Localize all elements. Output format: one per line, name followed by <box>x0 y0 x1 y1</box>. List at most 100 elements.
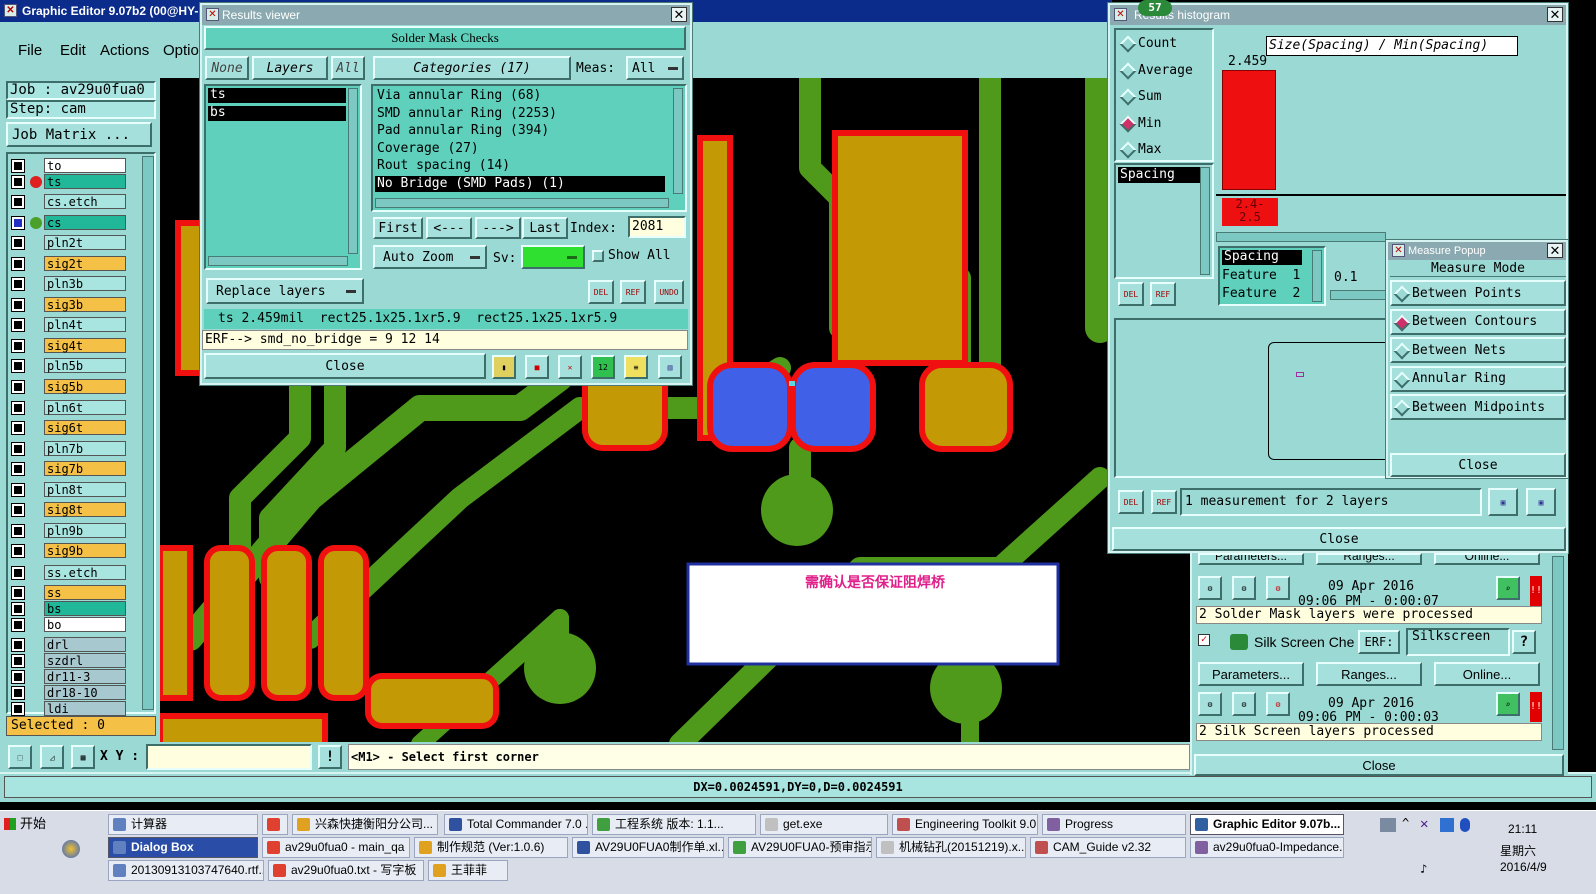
start-button[interactable]: 开始 <box>2 814 54 836</box>
layer-row[interactable]: sig5b <box>10 379 128 395</box>
taskbar-item[interactable]: CAM_Guide v2.32 <box>1030 837 1186 858</box>
run-step-icon[interactable]: ⚙ <box>1232 576 1256 600</box>
layer-checkbox[interactable] <box>11 524 25 538</box>
taskbar-item[interactable]: Dialog Box <box>108 837 258 858</box>
layer-row[interactable]: ts <box>10 174 128 190</box>
layer-checkbox[interactable] <box>11 462 25 476</box>
layer-row[interactable]: ss <box>10 585 128 601</box>
layer-checkbox[interactable] <box>11 318 25 332</box>
layer-row[interactable]: ss.etch <box>10 565 128 581</box>
layer-checkbox[interactable] <box>11 566 25 580</box>
tray-network-icon[interactable] <box>1440 818 1454 832</box>
delete-mark-icon[interactable]: ✕ <box>558 355 582 379</box>
results-close-button[interactable]: Close <box>204 353 486 379</box>
layer-checkbox[interactable] <box>11 638 25 652</box>
replace-layers-select[interactable]: Replace layers <box>206 278 364 304</box>
taskbar-item[interactable]: Total Commander 7.0 ... <box>444 814 588 835</box>
ranges-tab-top[interactable]: Ranges... <box>1316 553 1422 565</box>
category-item[interactable]: Via annular Ring (68) <box>375 88 665 104</box>
layer-row[interactable]: pln5b <box>10 358 128 374</box>
layer-checkbox[interactable] <box>11 277 25 291</box>
measure-mode-option[interactable]: Between Contours <box>1390 308 1566 335</box>
layer-checkbox[interactable] <box>11 483 25 497</box>
category-item[interactable]: SMD annular Ring (2253) <box>375 106 665 122</box>
taskbar-item[interactable] <box>262 814 288 835</box>
ref-icon[interactable]: REF <box>620 280 646 304</box>
quicklaunch-icon[interactable] <box>62 840 80 858</box>
histogram-icon[interactable]: ▥ <box>658 355 682 379</box>
menu-file[interactable]: File <box>18 42 42 59</box>
summary-ref-icon[interactable]: REF <box>1151 490 1177 514</box>
layer-row[interactable]: bo <box>10 617 128 633</box>
taskbar-item[interactable]: 制作规范 (Ver:1.0.6) <box>414 837 568 858</box>
tray-volume-icon[interactable]: ♪ <box>1420 862 1427 876</box>
taskbar-item[interactable]: av29u0fua0.txt - 写字板 <box>268 860 424 881</box>
prev-button[interactable]: <--- <box>426 217 472 239</box>
progress-close-button[interactable]: Close <box>1194 754 1564 776</box>
histogram-mode-label[interactable]: Average <box>1138 63 1193 78</box>
category-item[interactable]: Coverage (27) <box>375 141 665 157</box>
taskbar-item[interactable]: AV29U0FUA0-预审指示... <box>728 837 872 858</box>
category-item[interactable]: Pad annular Ring (394) <box>375 123 665 139</box>
layer-row[interactable]: bs <box>10 601 128 617</box>
layer-row[interactable]: pln3b <box>10 276 128 292</box>
layer-row[interactable]: to <box>10 158 128 174</box>
layer-row[interactable]: pln2t <box>10 235 128 251</box>
close-icon[interactable]: ✕ <box>1547 243 1563 258</box>
layer-row[interactable]: cs.etch <box>10 194 128 210</box>
layer-checkbox[interactable] <box>11 236 25 250</box>
layer-checkbox[interactable] <box>11 401 25 415</box>
taskbar-item[interactable]: AV29U0FUA0制作单.xl... <box>572 837 724 858</box>
layer-checkbox[interactable] <box>11 216 25 230</box>
layer-checkbox[interactable] <box>11 380 25 394</box>
layer-row[interactable]: pln9b <box>10 523 128 539</box>
layer-checkbox[interactable] <box>11 702 25 716</box>
mark-icon[interactable]: ▮ <box>492 355 516 379</box>
layer-row[interactable]: dr18-10 <box>10 685 128 701</box>
layer-row[interactable]: drl <box>10 637 128 653</box>
alert-icon[interactable]: ! <box>318 745 342 769</box>
parameters-tab-top[interactable]: Parameters... <box>1198 553 1304 565</box>
layer-checkbox[interactable] <box>11 544 25 558</box>
index-input[interactable]: 2081 <box>628 216 686 238</box>
layer-row[interactable]: pln4t <box>10 317 128 333</box>
histogram-mode-label[interactable]: Count <box>1138 36 1177 51</box>
ranges-button[interactable]: Ranges... <box>1316 662 1422 686</box>
close-icon[interactable]: ✕ <box>671 7 687 22</box>
taskbar-item[interactable]: Engineering Toolkit 9.0... <box>892 814 1038 835</box>
menu-edit[interactable]: Edit <box>60 42 86 59</box>
measure-mode-option[interactable]: Between Points <box>1390 280 1566 306</box>
histogram-close-button[interactable]: Close <box>1112 527 1566 551</box>
taskbar-item[interactable]: 王菲菲 <box>428 860 508 881</box>
undo-icon[interactable]: UNDO <box>654 280 684 304</box>
layer-row[interactable]: dr11-3 <box>10 669 128 685</box>
layer-row[interactable]: szdrl <box>10 653 128 669</box>
stop-icon[interactable]: ⚙ <box>1266 576 1290 600</box>
layer-row[interactable]: pln8t <box>10 482 128 498</box>
layer-checkbox[interactable] <box>11 654 25 668</box>
zoom-area-icon[interactable]: ⬚ <box>8 745 32 769</box>
layer-checkbox[interactable] <box>11 359 25 373</box>
measure-close-button[interactable]: Close <box>1390 453 1566 477</box>
histogram-mode-label[interactable]: Min <box>1138 116 1161 131</box>
filter-layers-button[interactable]: Layers <box>252 56 328 80</box>
online-tab-top[interactable]: Online... <box>1434 553 1540 565</box>
filter-all-button[interactable]: All <box>331 56 365 80</box>
layer-checkbox[interactable] <box>11 602 25 616</box>
scale-slider[interactable] <box>1330 290 1386 300</box>
layer-checkbox[interactable] <box>11 339 25 353</box>
del-icon[interactable]: DEL <box>588 280 614 304</box>
warning-flag-icon[interactable]: !! <box>1530 576 1542 606</box>
layer-checkbox[interactable] <box>11 670 25 684</box>
histogram-hscroll[interactable] <box>1216 232 1386 242</box>
layer-checkbox[interactable] <box>11 442 25 456</box>
taskbar-item[interactable]: 机械钻孔(20151219).x... <box>876 837 1026 858</box>
taskbar-item[interactable]: Graphic Editor 9.07b... <box>1190 814 1344 835</box>
layer-row[interactable]: ldi <box>10 701 128 717</box>
layer-checkbox[interactable] <box>11 618 25 632</box>
silk-stop-icon[interactable]: ⚙ <box>1266 692 1290 716</box>
layer-checkbox[interactable] <box>11 686 25 700</box>
hist-del-icon[interactable]: DEL <box>1118 282 1144 306</box>
histogram-bar[interactable] <box>1222 70 1276 190</box>
layer-checkbox[interactable] <box>11 586 25 600</box>
